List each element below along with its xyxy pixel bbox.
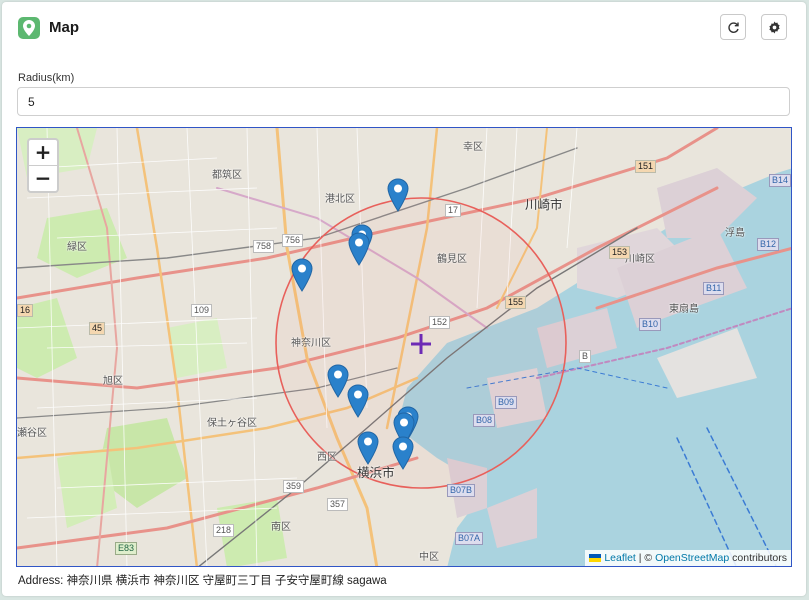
map-label: 旭区 [103, 376, 123, 387]
road-number: B07A [455, 532, 484, 545]
zoom-in-button[interactable]: + [29, 140, 57, 166]
center-cross-icon [411, 334, 431, 354]
map-marker[interactable] [392, 436, 414, 470]
road-number: B07B [447, 484, 476, 497]
road-number: 152 [429, 316, 451, 329]
ukraine-flag-icon [589, 554, 602, 562]
map-label: 都筑区 [212, 170, 242, 181]
map-label: 川崎市 [525, 198, 563, 212]
road-number: 45 [89, 322, 106, 335]
road-number: 16 [17, 304, 34, 317]
openstreetmap-link[interactable]: OpenStreetMap [655, 552, 729, 564]
road-number: 151 [635, 160, 657, 173]
map-attribution: Leaflet | © OpenStreetMap contributors [585, 550, 791, 566]
map-marker[interactable] [291, 258, 313, 292]
map-card: Map Radius(km) 5 都筑区 港北区 幸区 川崎市 川崎区 緑区 鶴… [2, 2, 806, 596]
attribution-contributors: contributors [729, 552, 787, 564]
attribution-separator: | © [635, 552, 656, 564]
settings-button[interactable] [761, 14, 787, 40]
page-title: Map [49, 19, 79, 36]
map-label: 緑区 [67, 242, 87, 253]
refresh-icon [728, 22, 739, 33]
map-marker[interactable] [348, 232, 370, 266]
map-label: 中区 [419, 552, 439, 563]
map-label: 南区 [271, 522, 291, 533]
map-label: 瀬谷区 [17, 428, 47, 439]
address-text: Address: 神奈川県 横浜市 神奈川区 守屋町三丁目 子安守屋町線 sag… [18, 575, 387, 587]
map-label: 保土ヶ谷区 [207, 418, 257, 429]
radius-label: Radius(km) [18, 72, 75, 84]
zoom-control: + − [27, 138, 59, 193]
road-number: 17 [445, 204, 462, 217]
gear-icon [769, 21, 780, 34]
map-marker[interactable] [387, 178, 409, 212]
map-view[interactable]: 都筑区 港北区 幸区 川崎市 川崎区 緑区 鶴見区 神奈川区 東扇島 旭区 保土… [16, 127, 792, 567]
map-marker[interactable] [357, 431, 379, 465]
radius-input[interactable] [17, 87, 790, 116]
map-label: 港北区 [325, 194, 355, 205]
map-label: 神奈川区 [291, 338, 331, 349]
card-header: Map [2, 2, 806, 52]
zoom-out-button[interactable]: − [29, 166, 57, 191]
road-number: 153 [609, 246, 631, 259]
leaflet-link[interactable]: Leaflet [604, 552, 636, 564]
map-pin-icon [18, 17, 40, 39]
road-number: E83 [115, 542, 138, 555]
road-number: 109 [191, 304, 213, 317]
road-number: B14 [769, 174, 791, 187]
map-label: 浮島 [725, 228, 745, 239]
map-label: 西区 [317, 452, 337, 463]
road-number: B [579, 350, 592, 363]
road-number: B10 [639, 318, 662, 331]
road-number: B11 [703, 282, 725, 295]
map-label: 鶴見区 [437, 254, 467, 265]
road-number: 359 [283, 480, 305, 493]
map-label: 東扇島 [669, 304, 699, 315]
map-label: 幸区 [463, 142, 483, 153]
map-marker[interactable] [347, 384, 369, 418]
refresh-button[interactable] [720, 14, 746, 40]
road-number: B09 [495, 396, 518, 409]
road-number: B08 [473, 414, 496, 427]
map-marker[interactable] [327, 364, 349, 398]
road-number: 155 [505, 296, 527, 309]
road-number: 758 [253, 240, 275, 253]
road-number: 357 [327, 498, 349, 511]
road-number: 756 [282, 234, 304, 247]
road-number: 218 [213, 524, 235, 537]
road-number: B12 [757, 238, 780, 251]
